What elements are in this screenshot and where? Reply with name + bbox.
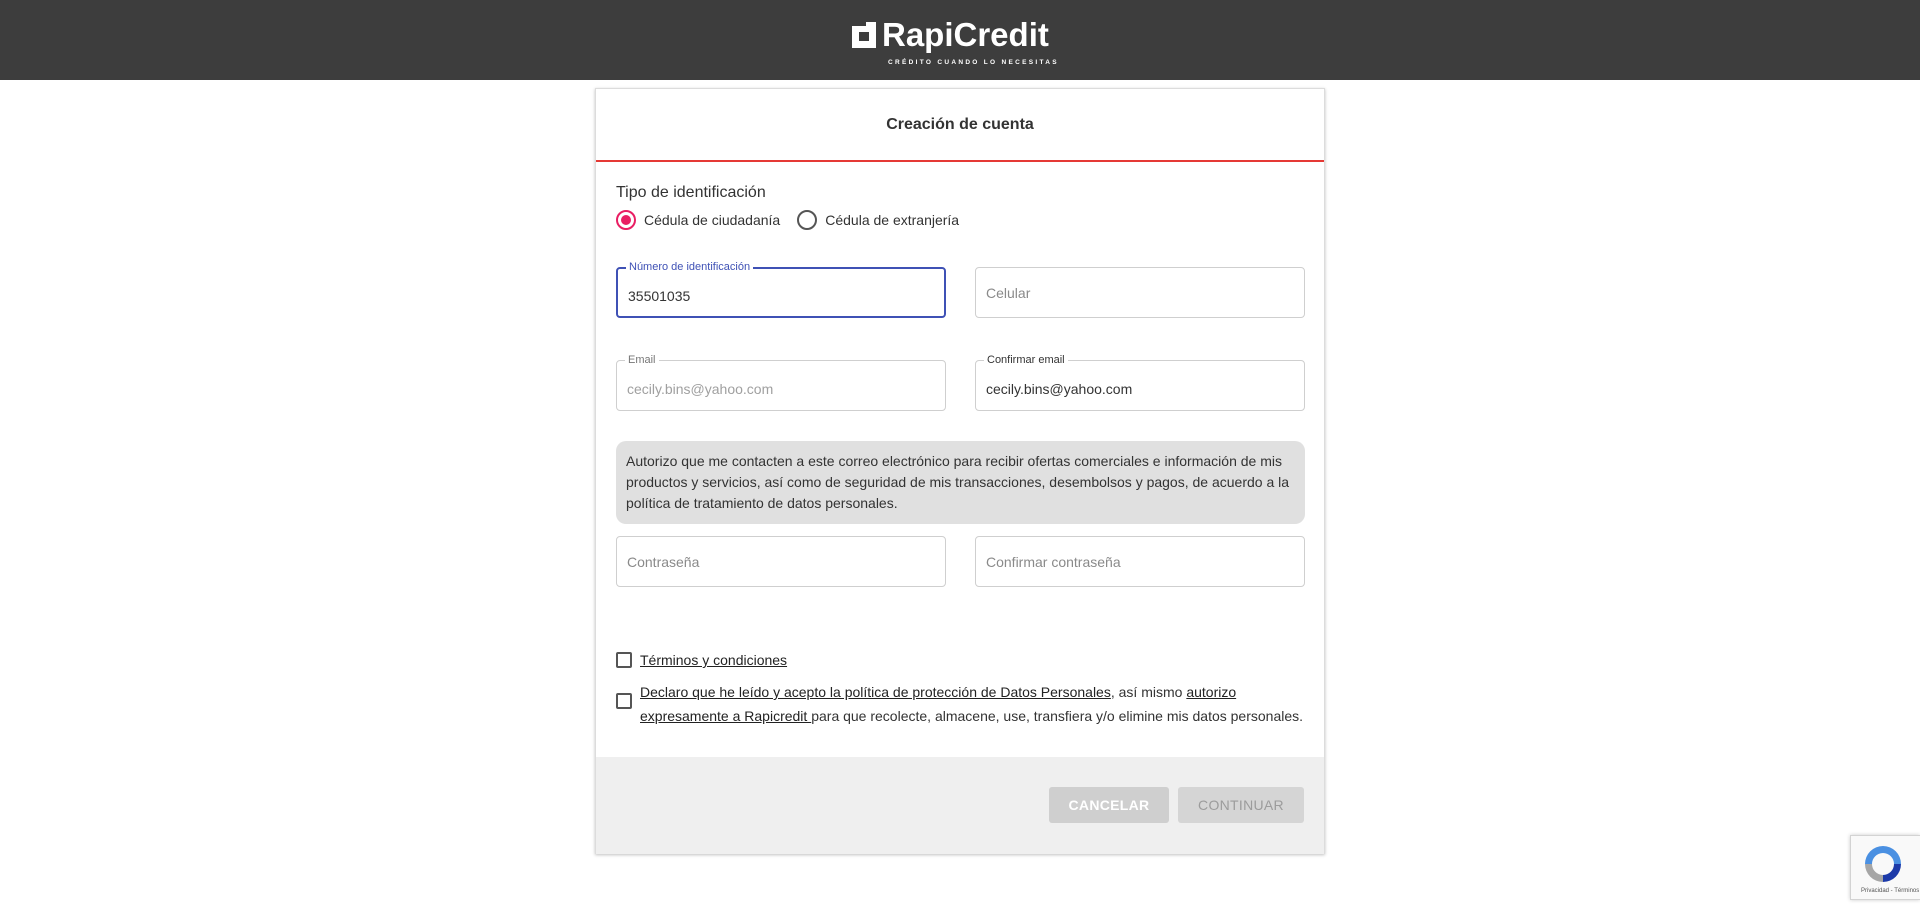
rapicredit-logo[interactable]: RapiCredit CRÉDITO CUANDO LO NECESITAS xyxy=(852,16,1072,70)
card-footer: CANCELAR CONTINUAR xyxy=(596,757,1324,854)
privacy-row: Declaro que he leído y acepto la polític… xyxy=(616,680,1316,728)
radio-label: Cédula de ciudadanía xyxy=(644,212,781,228)
email-input[interactable] xyxy=(617,361,945,410)
cancel-button[interactable]: CANCELAR xyxy=(1049,787,1169,823)
id-type-label: Tipo de identificación xyxy=(616,184,766,201)
logo-mark-icon xyxy=(852,22,876,48)
privacy-mid-text: , así mismo xyxy=(1110,684,1187,700)
radio-label: Cédula de extranjería xyxy=(825,212,960,228)
top-bar: RapiCredit CRÉDITO CUANDO LO NECESITAS xyxy=(0,0,1920,80)
terms-link[interactable]: Términos y condiciones xyxy=(640,648,787,672)
confirm-email-input[interactable] xyxy=(976,361,1304,410)
password-field xyxy=(616,536,946,587)
id-number-input[interactable] xyxy=(618,269,944,316)
card-header: Creación de cuenta xyxy=(596,89,1324,162)
confirm-password-field xyxy=(975,536,1305,587)
brand-name: RapiCredit xyxy=(882,16,1049,53)
privacy-text: Declaro que he leído y acepto la polític… xyxy=(640,680,1316,728)
email-field: Email xyxy=(616,354,946,411)
confirm-email-field: Confirmar email xyxy=(975,354,1305,411)
phone-field xyxy=(975,267,1305,318)
radio-cedula-ciudadania[interactable]: Cédula de ciudadanía xyxy=(616,210,780,230)
phone-input[interactable] xyxy=(976,268,1304,317)
radio-checked-icon[interactable] xyxy=(616,210,636,230)
recaptcha-badge[interactable]: Privacidad - Términos xyxy=(1850,835,1920,900)
id-type-radio-group: Cédula de ciudadanía Cédula de extranjer… xyxy=(616,210,976,230)
privacy-checkbox[interactable] xyxy=(616,693,632,709)
page-title: Creación de cuenta xyxy=(886,115,1034,133)
contact-consent-notice: Autorizo que me contacten a este correo … xyxy=(616,441,1305,524)
terms-checkbox[interactable] xyxy=(616,652,632,668)
privacy-policy-link[interactable]: Declaro que he leído y acepto la polític… xyxy=(640,684,1111,700)
account-creation-card: Creación de cuenta Tipo de identificació… xyxy=(595,88,1325,854)
id-number-field: Número de identificación xyxy=(616,261,946,318)
recaptcha-terms-text[interactable]: Privacidad - Términos xyxy=(1861,888,1919,894)
radio-cedula-extranjeria[interactable]: Cédula de extranjería xyxy=(797,210,959,230)
radio-unchecked-icon[interactable] xyxy=(797,210,818,230)
continue-button[interactable]: CONTINUAR xyxy=(1178,787,1304,823)
confirm-password-input[interactable] xyxy=(976,537,1304,586)
terms-row: Términos y condiciones xyxy=(616,648,787,672)
brand-tagline: CRÉDITO CUANDO LO NECESITAS xyxy=(888,59,1059,66)
recaptcha-icon xyxy=(1865,846,1901,882)
privacy-end-text: para que recolecte, almacene, use, trans… xyxy=(811,708,1304,724)
password-input[interactable] xyxy=(617,537,945,586)
